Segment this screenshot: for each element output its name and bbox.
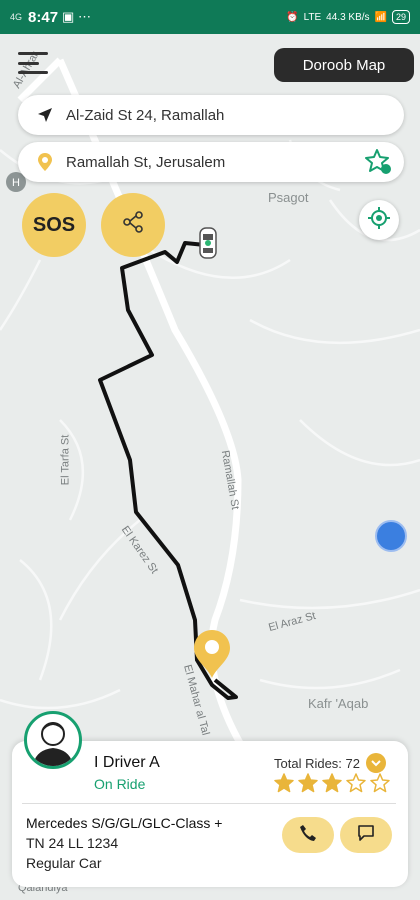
star-filled-icon xyxy=(274,773,294,793)
battery-indicator: 29 xyxy=(391,10,410,24)
driver-avatar xyxy=(24,711,82,769)
status-right: ⏰ LTE 44.3 KB/s 📶 29 xyxy=(286,10,410,24)
share-button[interactable] xyxy=(101,193,165,257)
rating-stars xyxy=(274,773,390,793)
signal-indicator: 4G xyxy=(10,12,23,22)
dropoff-location-text: Ramallah St, Jerusalem xyxy=(66,153,226,171)
driver-name: I Driver A xyxy=(94,754,160,771)
card-divider xyxy=(22,803,396,804)
driver-card: I Driver A On Ride Total Rides: 72 Merce… xyxy=(12,711,408,887)
compass-icon[interactable] xyxy=(375,520,407,552)
total-rides: Total Rides: 72 xyxy=(274,753,386,773)
chevron-down-icon xyxy=(371,760,381,767)
navigation-arrow-icon xyxy=(34,107,56,123)
map-type-button[interactable]: Doroob Map xyxy=(274,48,414,82)
pickup-location-field[interactable]: Al-Zaid St 24, Ramallah xyxy=(18,95,404,135)
favorite-star-icon[interactable] xyxy=(364,147,394,177)
status-time: 8:47 xyxy=(28,8,59,26)
crosshair-icon xyxy=(367,206,391,235)
chat-icon xyxy=(357,824,375,847)
sos-button[interactable]: SOS xyxy=(22,193,86,257)
wifi-icon: 📶 xyxy=(374,11,387,23)
star-empty-icon xyxy=(346,773,366,793)
car-model: Mercedes S/G/GL/GLC-Class + xyxy=(26,815,223,831)
location-pin-icon xyxy=(34,153,56,171)
share-icon xyxy=(122,211,144,239)
star-empty-icon xyxy=(370,773,390,793)
my-location-button[interactable] xyxy=(359,200,399,240)
data-speed: 44.3 KB/s xyxy=(326,11,370,23)
car-plate: TN 24 LL 1234 xyxy=(26,835,119,851)
network-type: LTE xyxy=(303,11,322,23)
car-type: Regular Car xyxy=(26,855,102,871)
star-filled-icon xyxy=(322,773,342,793)
alarm-icon: ⏰ xyxy=(286,11,299,23)
expand-button[interactable] xyxy=(366,753,386,773)
street-label-el-tarfa: El Tarfa St xyxy=(59,434,72,486)
svg-text:H: H xyxy=(12,177,20,189)
status-bar: 4G 8:47 ▣ ⋯ ⏰ LTE 44.3 KB/s 📶 29 xyxy=(0,0,420,34)
total-rides-label: Total Rides: 72 xyxy=(274,755,360,771)
pickup-location-text: Al-Zaid St 24, Ramallah xyxy=(66,106,225,124)
phone-icon xyxy=(299,824,317,847)
status-left: 4G 8:47 ▣ ⋯ xyxy=(10,9,91,26)
area-label-psagot: Psagot xyxy=(268,190,309,205)
car-marker xyxy=(199,227,217,259)
area-label-kafr-aqab: Kafr 'Aqab xyxy=(308,696,369,711)
star-filled-icon xyxy=(298,773,318,793)
call-button[interactable] xyxy=(282,817,334,853)
menu-icon[interactable] xyxy=(18,52,48,74)
ride-status: On Ride xyxy=(94,776,146,792)
app-screen: 4G 8:47 ▣ ⋯ ⏰ LTE 44.3 KB/s 📶 29 H Al-Ah… xyxy=(0,0,420,900)
chat-button[interactable] xyxy=(340,817,392,853)
notification-icon: ▣ ⋯ xyxy=(62,9,91,24)
dropoff-location-field[interactable]: Ramallah St, Jerusalem xyxy=(18,142,404,182)
